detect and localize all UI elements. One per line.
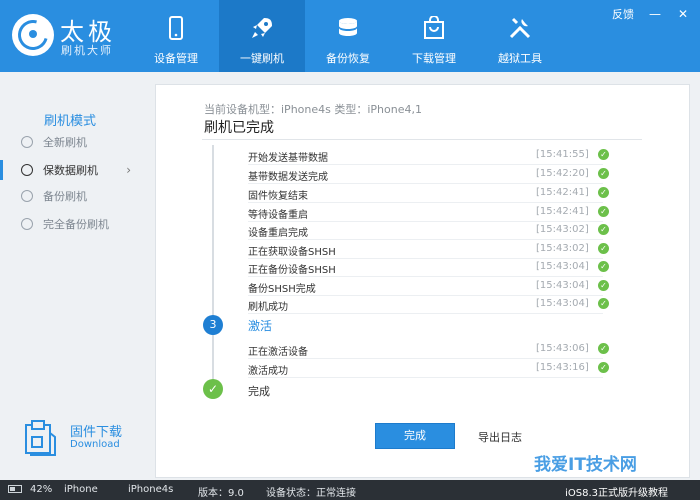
main-panel: 当前设备机型：iPhone4s 类型：iPhone4,1 刷机已完成 开始发送基… [155, 84, 690, 478]
timeline-line [212, 145, 214, 385]
check-icon: ✓ [598, 362, 609, 373]
sidebar-item-backup-flash[interactable]: 备份刷机 [0, 184, 145, 208]
log-row: 备份SHSH完成 [15:43:04] ✓ [248, 278, 609, 296]
device-status: 设备状态：正常连接 [266, 488, 356, 499]
nav-device-management[interactable]: 设备管理 [140, 0, 212, 72]
firmware-download-label: 固件下载 [70, 425, 123, 440]
watermark-text: 我爱IT技术网 [534, 454, 637, 475]
radio-icon [21, 136, 33, 148]
rocket-icon [252, 18, 272, 38]
nav-download-management[interactable]: 下载管理 [398, 0, 470, 72]
tools-icon [509, 17, 531, 39]
backup-icon [21, 190, 33, 202]
nav-label: 一键刷机 [240, 52, 284, 65]
check-icon: ✓ [598, 280, 609, 291]
firmware-download-sublabel: Download [70, 439, 120, 450]
feedback-link[interactable]: 反馈 [612, 6, 634, 22]
sidebar-item-keep-data-flash[interactable]: 保数据刷机 › [0, 158, 145, 182]
minimize-button[interactable]: — [648, 7, 662, 21]
check-icon: ✓ [598, 261, 609, 272]
battery-level: 42% [30, 484, 53, 495]
ios-version: 版本：9.0 [198, 488, 244, 499]
log-row: 刷机成功 [15:43:04] ✓ [248, 296, 609, 314]
sidebar-item-full-backup-flash[interactable]: 完全备份刷机 [0, 212, 145, 236]
check-icon: ✓ [598, 149, 609, 160]
divider [202, 139, 642, 140]
firmware-box-icon [25, 420, 56, 456]
complete-check-icon: ✓ [203, 379, 223, 399]
check-icon: ✓ [598, 243, 609, 254]
nav-label: 备份恢复 [326, 52, 370, 65]
nav-label: 越狱工具 [498, 52, 542, 65]
check-circle-icon [21, 164, 33, 176]
device-info: 当前设备机型：iPhone4s 类型：iPhone4,1 [204, 103, 422, 116]
window-controls: 反馈 — ✕ [612, 6, 690, 22]
check-icon: ✓ [598, 298, 609, 309]
log-row: 正在激活设备 [15:43:06] ✓ [248, 341, 609, 359]
log-row: 固件恢复结束 [15:42:41] ✓ [248, 185, 609, 203]
sidebar-title: 刷机模式 [44, 114, 97, 129]
log-row: 基带数据发送完成 [15:42:20] ✓ [248, 166, 609, 184]
promo-link[interactable]: iOS8.3正式版升级教程 [565, 484, 668, 499]
done-button[interactable]: 完成 [375, 423, 455, 449]
flash-status-title: 刷机已完成 [204, 120, 274, 136]
step-3-badge: 3 [203, 315, 223, 335]
sidebar-item-label: 完全备份刷机 [43, 218, 109, 231]
bag-icon [424, 16, 444, 39]
sidebar-item-label: 保数据刷机 [43, 164, 98, 177]
chevron-right-icon: › [126, 163, 131, 177]
complete-title: 完成 [248, 385, 270, 398]
database-icon [339, 18, 357, 36]
check-icon: ✓ [598, 224, 609, 235]
battery-icon [8, 485, 22, 493]
top-bar: 太极 刷机大师 设备管理 一键刷机 备份恢复 下载管理 越狱工具 反馈 — ✕ [0, 0, 700, 72]
check-icon: ✓ [598, 343, 609, 354]
sidebar: 刷机模式 全新刷机 保数据刷机 › 备份刷机 完全备份刷机 固件下载 Downl… [0, 72, 145, 480]
sidebar-item-label: 备份刷机 [43, 190, 87, 203]
export-log-link[interactable]: 导出日志 [478, 429, 522, 445]
log-row: 设备重启完成 [15:43:02] ✓ [248, 222, 609, 240]
phone-icon [169, 16, 183, 40]
watermark: 我爱IT技术网 [520, 448, 690, 478]
nav-one-click-flash[interactable]: 一键刷机 [219, 0, 305, 72]
log-row: 开始发送基带数据 [15:41:55] ✓ [248, 147, 609, 165]
refresh-icon [21, 218, 33, 230]
log-row: 正在获取设备SHSH [15:43:02] ✓ [248, 241, 609, 259]
status-bar: 42% iPhone iPhone4s 版本：9.0 设备状态：正常连接 iOS… [0, 480, 700, 500]
close-button[interactable]: ✕ [676, 7, 690, 21]
nav-label: 设备管理 [154, 52, 198, 65]
check-icon: ✓ [598, 168, 609, 179]
app-logo: 太极 刷机大师 [12, 12, 142, 60]
device-model: iPhone4s [128, 484, 174, 495]
log-row: 等待设备重启 [15:42:41] ✓ [248, 204, 609, 222]
firmware-download-button[interactable]: 固件下载 Download [22, 417, 132, 459]
sidebar-item-label: 全新刷机 [43, 136, 87, 149]
check-icon: ✓ [598, 206, 609, 217]
device-type: iPhone [64, 484, 98, 495]
sidebar-item-new-flash[interactable]: 全新刷机 [0, 130, 145, 154]
step-3-title: 激活 [248, 319, 273, 333]
main-nav: 设备管理 一键刷机 备份恢复 下载管理 越狱工具 [140, 0, 570, 72]
nav-backup-restore[interactable]: 备份恢复 [312, 0, 384, 72]
app-subtitle: 刷机大师 [61, 44, 113, 57]
check-icon: ✓ [598, 187, 609, 198]
log-row: 正在备份设备SHSH [15:43:04] ✓ [248, 259, 609, 277]
nav-jailbreak-tools[interactable]: 越狱工具 [484, 0, 556, 72]
flash-log[interactable]: 开始发送基带数据 [15:41:55] ✓ 基带数据发送完成 [15:42:20] ✓ … [196, 145, 616, 405]
log-row: 激活成功 [15:43:16] ✓ [248, 360, 609, 378]
taiji-logo-icon [12, 14, 54, 56]
nav-label: 下载管理 [412, 52, 456, 65]
